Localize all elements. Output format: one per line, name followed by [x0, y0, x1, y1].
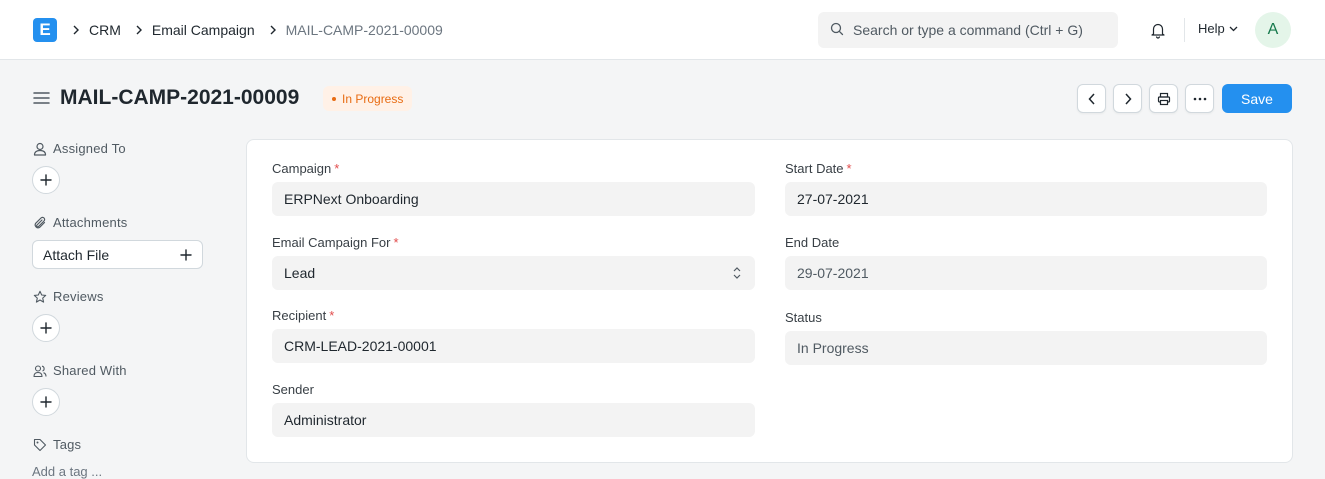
- help-dropdown[interactable]: Help: [1198, 21, 1238, 36]
- chevron-right-icon: [269, 25, 277, 35]
- status-badge: In Progress: [323, 86, 413, 111]
- campaign-field[interactable]: ERPNext Onboarding: [272, 182, 755, 216]
- required-indicator: *: [846, 161, 852, 176]
- select-arrows-icon: [733, 267, 741, 279]
- plus-icon: [40, 396, 52, 408]
- shared-with-label: Shared With: [33, 363, 127, 378]
- attachments-label: Attachments: [33, 215, 127, 230]
- campaign-label: Campaign *: [272, 161, 340, 176]
- navbar: E CRM Email Campaign MAIL-CAMP-2021-0000…: [0, 0, 1325, 60]
- plus-icon: [40, 174, 52, 186]
- print-button[interactable]: [1149, 84, 1178, 113]
- app-logo[interactable]: E: [33, 18, 57, 42]
- start-date-label: Start Date *: [785, 161, 852, 176]
- tags-label: Tags: [33, 437, 81, 452]
- page-title: MAIL-CAMP-2021-00009: [60, 86, 300, 109]
- recipient-field[interactable]: CRM-LEAD-2021-00001: [272, 329, 755, 363]
- email-campaign-for-value: Lead: [284, 265, 316, 281]
- star-icon: [33, 290, 47, 303]
- previous-button[interactable]: [1077, 84, 1106, 113]
- end-date-label: End Date: [785, 235, 840, 250]
- assigned-to-label: Assigned To: [33, 141, 126, 156]
- save-button[interactable]: Save: [1222, 84, 1292, 113]
- form-card: Campaign * ERPNext Onboarding Email Campa…: [246, 139, 1293, 463]
- more-actions-button[interactable]: [1185, 84, 1214, 113]
- status-dot: [332, 96, 336, 101]
- status-field: In Progress: [785, 331, 1267, 365]
- attach-file-label: Attach File: [43, 246, 110, 263]
- chevron-right-icon: [135, 25, 143, 35]
- plus-icon: [180, 248, 192, 261]
- attach-file-button[interactable]: Attach File: [32, 240, 203, 269]
- add-assignee-button[interactable]: [32, 166, 60, 194]
- avatar[interactable]: A: [1255, 12, 1291, 48]
- chevron-right-icon: [72, 25, 80, 35]
- breadcrumb: CRM Email Campaign MAIL-CAMP-2021-00009: [70, 20, 443, 40]
- user-icon: [33, 142, 47, 156]
- email-campaign-for-select[interactable]: Lead: [272, 256, 755, 290]
- search-input[interactable]: Search or type a command (Ctrl + G): [818, 12, 1118, 48]
- users-icon: [33, 364, 47, 377]
- end-date-field: 29-07-2021: [785, 256, 1267, 290]
- add-share-button[interactable]: [32, 388, 60, 416]
- printer-icon: [1157, 92, 1170, 105]
- breadcrumb-current[interactable]: MAIL-CAMP-2021-00009: [286, 22, 443, 38]
- paperclip-icon: [34, 216, 46, 228]
- chevron-down-icon: [1229, 26, 1238, 31]
- help-label: Help: [1198, 21, 1225, 36]
- status-label: Status: [785, 310, 822, 325]
- required-indicator: *: [329, 308, 335, 323]
- chevron-left-icon: [1087, 92, 1095, 105]
- search-icon: [830, 22, 844, 39]
- more-icon: [1193, 97, 1206, 100]
- start-date-field[interactable]: 27-07-2021: [785, 182, 1267, 216]
- search-placeholder: Search or type a command (Ctrl + G): [853, 22, 1083, 38]
- required-indicator: *: [393, 235, 399, 250]
- status-badge-label: In Progress: [342, 91, 404, 106]
- sender-label: Sender: [272, 382, 314, 397]
- breadcrumb-email-campaign[interactable]: Email Campaign: [152, 22, 255, 38]
- sidebar-toggle-icon[interactable]: [33, 90, 50, 106]
- email-campaign-for-label: Email Campaign For *: [272, 235, 399, 250]
- breadcrumb-crm[interactable]: CRM: [89, 22, 121, 38]
- next-button[interactable]: [1113, 84, 1142, 113]
- reviews-label: Reviews: [33, 289, 104, 304]
- plus-icon: [40, 322, 52, 334]
- recipient-label: Recipient *: [272, 308, 335, 323]
- add-review-button[interactable]: [32, 314, 60, 342]
- add-tag-link[interactable]: Add a tag ...: [32, 464, 102, 479]
- sender-field[interactable]: Administrator: [272, 403, 755, 437]
- required-indicator: *: [334, 161, 340, 176]
- navbar-divider: [1184, 18, 1185, 42]
- bell-icon[interactable]: [1149, 21, 1167, 39]
- chevron-right-icon: [1124, 92, 1132, 105]
- tag-icon: [33, 438, 47, 451]
